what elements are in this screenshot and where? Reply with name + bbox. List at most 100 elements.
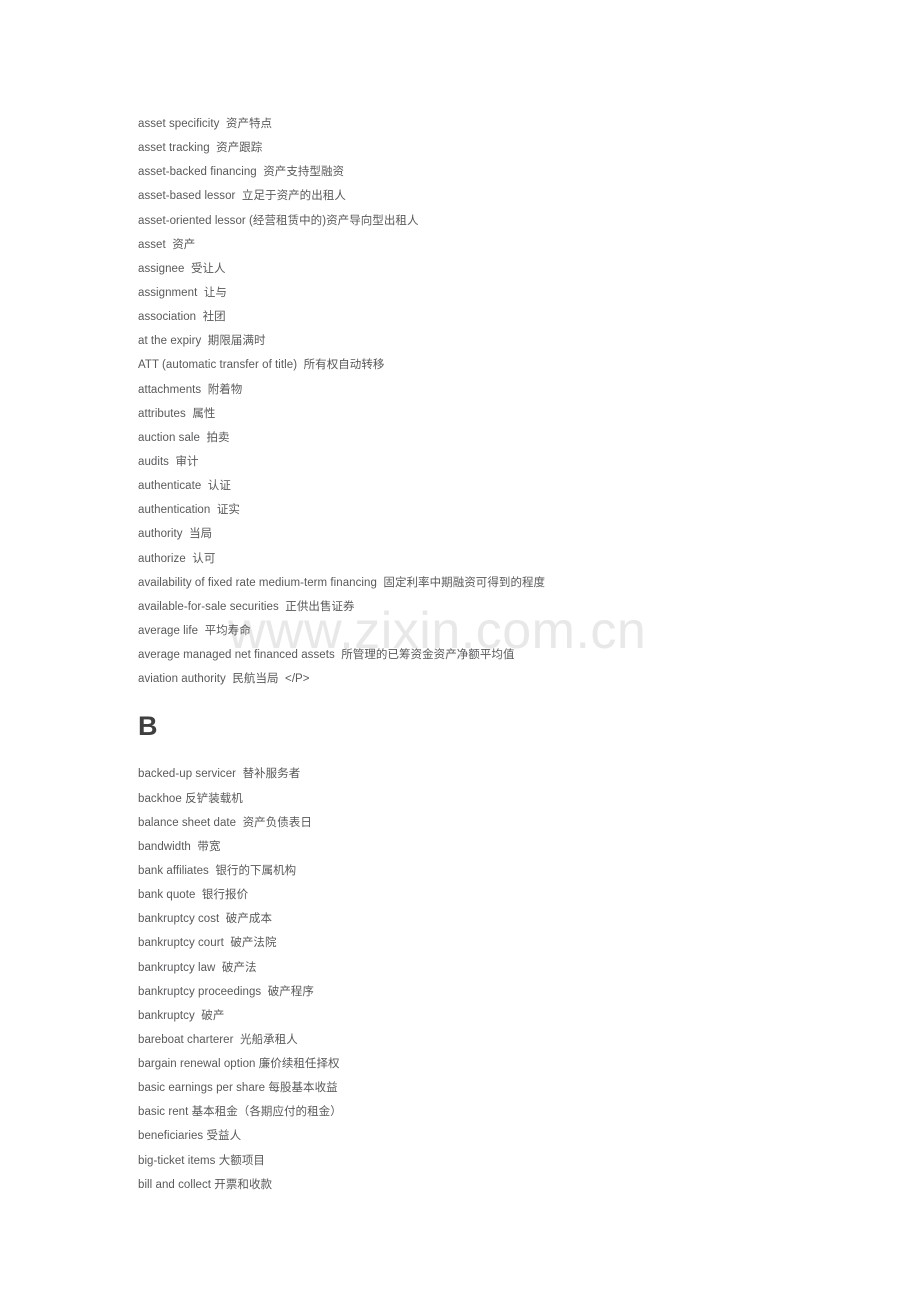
entry-definition: 受让人 xyxy=(190,262,226,275)
entry-term: authorize xyxy=(138,552,186,565)
entry-definition: 破产 xyxy=(201,1009,225,1022)
entry-definition: 属性 xyxy=(192,407,216,420)
glossary-entry: attributes 属性 xyxy=(138,402,880,426)
glossary-entry: bill and collect 开票和收款 xyxy=(138,1173,880,1197)
entry-term: authentication xyxy=(138,504,211,517)
entry-term: average managed net financed assets xyxy=(138,649,335,662)
entry-term: available-for-sale securities xyxy=(138,600,279,613)
glossary-entry: ATT (automatic transfer of title) 所有权自动转移 xyxy=(138,353,880,377)
entry-definition: 资产 xyxy=(172,238,196,251)
entry-definition: 立足于资产的出租人 xyxy=(241,190,346,203)
entry-definition: 证实 xyxy=(216,504,240,517)
entry-term: average life xyxy=(138,624,199,637)
glossary-entry: backed-up servicer 替补服务者 xyxy=(138,762,880,786)
entry-definition: 廉价续租任择权 xyxy=(258,1058,340,1071)
entry-definition: 受益人 xyxy=(206,1130,242,1143)
entry-definition: 替补服务者 xyxy=(242,768,301,781)
entry-definition: 开票和收款 xyxy=(214,1178,273,1191)
glossary-content: asset specificity 资产特点 asset tracking 资产跟踪 a… xyxy=(138,112,880,1197)
entry-definition: 审计 xyxy=(175,455,199,468)
glossary-entry: asset-backed financing 资产支持型融资 xyxy=(138,160,880,184)
entry-definition: 拍卖 xyxy=(206,431,230,444)
entry-definition: 让与 xyxy=(203,286,227,299)
entry-term: aviation authority xyxy=(138,673,226,686)
entry-term: bankruptcy proceedings xyxy=(138,985,262,998)
entry-definition: 正供出售证券 xyxy=(285,600,355,613)
entry-definition: 资产支持型融资 xyxy=(263,166,345,179)
glossary-entry: association 社团 xyxy=(138,305,880,329)
glossary-entry: asset tracking 资产跟踪 xyxy=(138,136,880,160)
entry-definition: 破产程序 xyxy=(267,985,314,998)
entry-term: asset xyxy=(138,238,166,251)
entry-term: bankruptcy xyxy=(138,1009,195,1022)
entry-term: at the expiry xyxy=(138,335,202,348)
entry-definition: 所有权自动转移 xyxy=(303,359,385,372)
entry-definition: 所管理的已筹资金资产净额平均值 xyxy=(341,649,515,662)
glossary-entry: authorize 认可 xyxy=(138,547,880,571)
entry-definition: (经营租赁中的)资产导向型出租人 xyxy=(249,214,419,227)
entry-term: bareboat charterer xyxy=(138,1033,234,1046)
entry-term: auction sale xyxy=(138,431,200,444)
entry-definition: 光船承租人 xyxy=(240,1033,298,1046)
entry-term: asset tracking xyxy=(138,142,210,155)
glossary-entry: bandwidth 带宽 xyxy=(138,835,880,859)
glossary-entry: backhoe 反铲装载机 xyxy=(138,787,880,811)
glossary-entry: bankruptcy court 破产法院 xyxy=(138,931,880,955)
entry-definition: 大额项目 xyxy=(218,1154,265,1167)
glossary-entry: average life 平均寿命 xyxy=(138,619,880,643)
entry-definition: 认证 xyxy=(207,480,231,493)
glossary-entry: bankruptcy cost 破产成本 xyxy=(138,907,880,931)
document-page: www.zixin.com.cn asset specificity 资产特点 as… xyxy=(0,0,920,1302)
glossary-entry: beneficiaries 受益人 xyxy=(138,1124,880,1148)
entry-definition: 银行的下属机构 xyxy=(215,864,297,877)
glossary-entry: auction sale 拍卖 xyxy=(138,426,880,450)
entry-term: authenticate xyxy=(138,480,202,493)
glossary-entry: basic rent 基本租金（各期应付的租金） xyxy=(138,1100,880,1124)
entry-definition: 带宽 xyxy=(197,840,221,853)
glossary-entry: bank quote 银行报价 xyxy=(138,883,880,907)
entry-term: basic earnings per share xyxy=(138,1082,266,1095)
entry-term: audits xyxy=(138,455,169,468)
entry-term: balance sheet date xyxy=(138,816,237,829)
glossary-entry: asset-based lessor 立足于资产的出租人 xyxy=(138,184,880,208)
glossary-entry: at the expiry 期限届满时 xyxy=(138,329,880,353)
entry-definition: 资产跟踪 xyxy=(216,142,263,155)
entry-term: beneficiaries xyxy=(138,1130,204,1143)
entry-definition: 破产法院 xyxy=(230,937,277,950)
glossary-entry: authentication 证实 xyxy=(138,498,880,522)
entry-term: attributes xyxy=(138,407,186,420)
entry-term: bill and collect xyxy=(138,1178,212,1191)
glossary-entry: balance sheet date 资产负债表日 xyxy=(138,811,880,835)
entry-term: attachments xyxy=(138,383,202,396)
entry-definition: 每股基本收益 xyxy=(268,1082,338,1095)
glossary-entry: assignee 受让人 xyxy=(138,257,880,281)
glossary-entry: average managed net financed assets 所管理的已… xyxy=(138,643,880,667)
entry-term: asset-backed financing xyxy=(138,166,257,179)
entry-definition: 资产特点 xyxy=(225,118,273,130)
entry-term: availability of fixed rate medium-term f… xyxy=(138,576,377,589)
entry-term: assignee xyxy=(138,262,185,275)
entry-term: bankruptcy court xyxy=(138,937,224,950)
glossary-entry: asset-oriented lessor (经营租赁中的)资产导向型出租人 xyxy=(138,209,880,233)
entry-term: authority xyxy=(138,528,183,541)
glossary-entry: bankruptcy law 破产法 xyxy=(138,956,880,980)
glossary-entry: bankruptcy 破产 xyxy=(138,1004,880,1028)
entry-definition: 认可 xyxy=(192,552,216,565)
glossary-entry: aviation authority 民航当局 </P> xyxy=(138,667,880,691)
glossary-entry: attachments 附着物 xyxy=(138,378,880,402)
entry-term: ATT (automatic transfer of title) xyxy=(138,359,298,372)
entry-definition: 固定利率中期融资可得到的程度 xyxy=(383,576,546,589)
glossary-entry: asset specificity 资产特点 xyxy=(138,112,880,136)
entry-definition: 反铲装载机 xyxy=(185,792,243,805)
entry-definition: 当局 xyxy=(189,528,213,541)
glossary-entry: authenticate 认证 xyxy=(138,474,880,498)
glossary-entry: bank affiliates 银行的下属机构 xyxy=(138,859,880,883)
section-heading-b: B xyxy=(138,711,158,742)
entry-definition: 资产负债表日 xyxy=(242,816,312,829)
entry-term: asset specificity xyxy=(138,118,220,130)
entry-term: asset-oriented lessor xyxy=(138,214,246,227)
entry-term: backed-up servicer xyxy=(138,768,237,781)
entry-term: asset-based lessor xyxy=(138,190,236,203)
entry-definition: 破产法 xyxy=(221,961,257,974)
entry-term: association xyxy=(138,311,197,324)
